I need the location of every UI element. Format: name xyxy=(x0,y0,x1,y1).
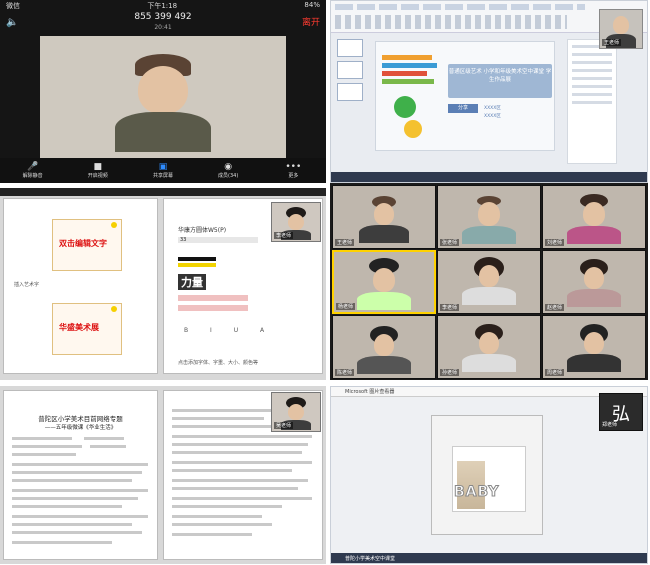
meeting-header: 855 399 492 20:41 xyxy=(0,12,326,31)
participant-tile[interactable]: 赵老师 xyxy=(542,250,646,314)
share-screen-button[interactable]: ▣ 共享屏幕 xyxy=(145,162,181,179)
participant-tile[interactable]: 刘老师 xyxy=(542,185,646,249)
doc-page-left[interactable]: 普陀区小学美术目前网络专题 ——五年级微课《华业生活》 xyxy=(3,390,158,560)
slide-title: 普通区级艺术 小学和年级美术空中课堂 学生作品展 xyxy=(448,64,552,98)
hint-text: 点击添加字体、字重、大小、颜色等 xyxy=(178,360,259,366)
slide-line-1: XXXX区 xyxy=(484,106,501,111)
participants-button[interactable]: ◉ 成员(34) xyxy=(210,162,246,179)
artword-image-2[interactable]: 华盛美术展 xyxy=(52,303,122,355)
popup-card-photo[interactable]: BABY xyxy=(431,415,543,535)
slide-thumb[interactable] xyxy=(337,83,363,101)
properties-pane[interactable] xyxy=(567,39,617,164)
slide-line-2: XXXX区 xyxy=(484,114,501,119)
participant-tile-active[interactable]: 杨老师 xyxy=(332,250,436,314)
top-bar xyxy=(0,188,326,196)
font-size-field[interactable] xyxy=(178,237,258,243)
slide-canvas[interactable]: 普通区级艺术 小学和年级美术空中课堂 学生作品展 分享 XXXX区 XXXX区 xyxy=(375,41,555,151)
clock-label: 下午1:18 xyxy=(147,2,178,10)
artword-label-1: 双击编辑文字 xyxy=(59,239,107,248)
presenter-video: 弘 郑老师 xyxy=(599,393,643,431)
presenter-name: 王老师 xyxy=(602,39,622,46)
mic-icon: 🎤 xyxy=(26,162,39,172)
presenter-video: 王老师 xyxy=(599,9,643,49)
taskbar-label: 普陀小学美术空中课堂 xyxy=(345,556,396,562)
meeting-toolbar: 🎤 解除静音 ■ 开启视频 ▣ 共享屏幕 ◉ 成员(34) ••• 更多 xyxy=(0,158,326,183)
window-title: Microsoft 图片查看器 xyxy=(345,389,395,395)
meeting-id: 855 399 492 xyxy=(134,12,192,22)
ppt-share-panel: 普通区级艺术 小学和年级美术空中课堂 学生作品展 分享 XXXX区 XXXX区 … xyxy=(330,0,648,183)
battery-label: 84% xyxy=(304,1,320,9)
participant-tile[interactable]: 陈老师 xyxy=(332,315,436,379)
doc-text-panel: 普陀区小学美术目前网络专题 ——五年级微课《华业生活》 吴老师 xyxy=(0,386,326,564)
doc-edit-panel: 双击编辑文字 插入艺术字 华盛美术展 华康方圆体W5(P) 33 力量 B I … xyxy=(0,188,326,380)
unmute-button[interactable]: 🎤 解除静音 xyxy=(15,162,51,179)
taskbar[interactable]: 普陀小学美术空中课堂 xyxy=(331,553,647,563)
crayon-decoration xyxy=(382,52,442,142)
leave-button[interactable]: 离开 xyxy=(302,15,320,28)
image-viewer-panel: Microsoft 图片查看器 BABY 弘 郑老师 普陀小学美术空中课堂 xyxy=(330,386,648,564)
artword-image-1[interactable]: 双击编辑文字 xyxy=(52,219,122,271)
speaker-video xyxy=(40,36,286,158)
taskbar[interactable] xyxy=(331,172,647,182)
slide-thumbnails[interactable] xyxy=(337,39,367,174)
participant-tile[interactable]: 周老师 xyxy=(542,315,646,379)
preview-text: 力量 xyxy=(178,274,206,290)
participant-tile[interactable]: 李老师 xyxy=(437,250,541,314)
carrier-label: 微信 xyxy=(6,2,20,10)
meeting-duration: 20:41 xyxy=(154,24,172,31)
popup-card xyxy=(452,446,526,512)
slider-row[interactable] xyxy=(178,295,248,301)
doc-page-left[interactable]: 双击编辑文字 插入艺术字 华盛美术展 xyxy=(3,198,158,374)
slide-thumb[interactable] xyxy=(337,39,363,57)
color-swatch-black[interactable] xyxy=(178,257,216,261)
slider-row[interactable] xyxy=(178,305,248,311)
status-bar: 微信 下午1:18 84% xyxy=(0,0,326,11)
person-silhouette xyxy=(115,54,211,152)
more-button[interactable]: ••• 更多 xyxy=(275,162,311,179)
more-icon: ••• xyxy=(285,162,302,172)
participant-tile[interactable]: 张老师 xyxy=(437,185,541,249)
artword-label-2: 华盛美术展 xyxy=(59,323,99,332)
caption-insert-artword: 插入艺术字 xyxy=(14,282,40,288)
doc-title: 普陀区小学美术目前网络专题 xyxy=(38,415,123,423)
color-swatch-yellow[interactable] xyxy=(178,263,216,267)
gallery-view-panel: 王老师 张老师 刘老师 杨老师 李老师 赵老师 陈老师 孙老师 周老师 xyxy=(330,183,648,380)
participant-tile[interactable]: 孙老师 xyxy=(437,315,541,379)
share-icon: ▣ xyxy=(158,162,168,172)
font-name[interactable]: 华康方圆体W5(P) xyxy=(178,225,226,234)
camera-icon: ■ xyxy=(93,162,103,172)
doc-subtitle: ——五年级微课《华业生活》 xyxy=(44,425,117,431)
teacher-video: 吴老师 xyxy=(271,392,321,432)
format-buttons[interactable]: B I U A xyxy=(184,327,274,334)
teacher-name: 吴老师 xyxy=(274,422,294,429)
font-size-value: 33 xyxy=(180,237,187,243)
teacher-name: 李老师 xyxy=(274,232,294,239)
mobile-meeting-panel: 微信 下午1:18 84% 🔈 855 399 492 20:41 离开 🎤 解除… xyxy=(0,0,326,183)
slide-thumb[interactable] xyxy=(337,61,363,79)
slide-subtitle: 分享 xyxy=(448,104,478,113)
participants-icon: ◉ xyxy=(224,162,233,172)
teacher-video: 李老师 xyxy=(271,202,321,242)
participant-tile[interactable]: 王老师 xyxy=(332,185,436,249)
presenter-name: 郑老师 xyxy=(602,422,618,428)
start-video-button[interactable]: ■ 开启视频 xyxy=(80,162,116,179)
popup-word: BABY xyxy=(454,484,500,501)
